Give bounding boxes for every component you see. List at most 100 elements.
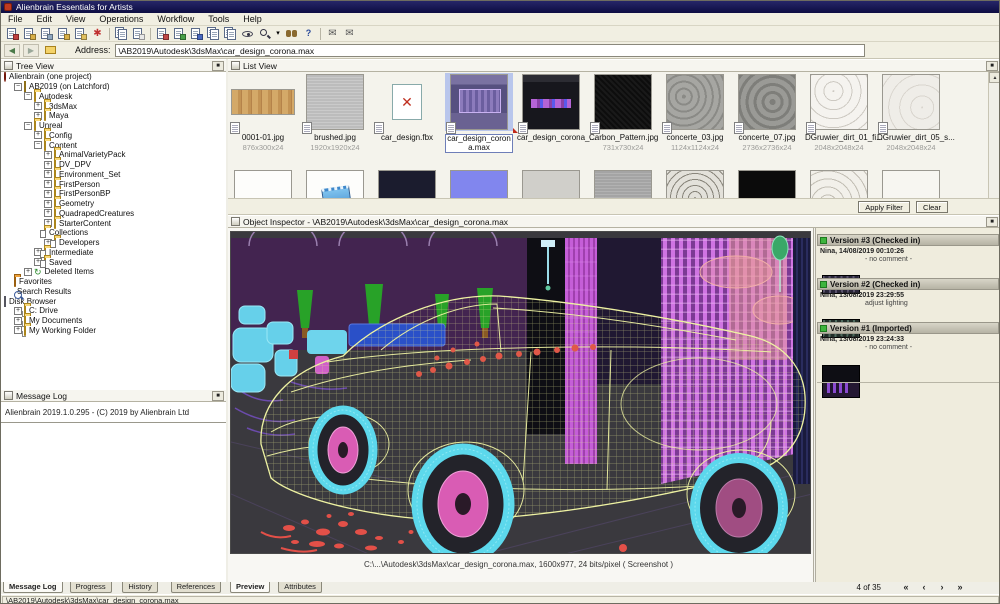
tree-item-firstperson[interactable]: +FirstPerson <box>1 179 226 189</box>
copy-icon[interactable] <box>114 27 129 40</box>
file-thumbnail-row2-2[interactable] <box>301 169 369 198</box>
tab-message-log[interactable]: Message Log <box>3 582 63 593</box>
menu-item-tools[interactable]: Tools <box>201 14 236 24</box>
tree-item-content[interactable]: −Content <box>1 140 226 150</box>
message-log-menu-button[interactable]: ■ <box>212 391 224 401</box>
tree-item-favorites[interactable]: Favorites <box>1 277 226 287</box>
menu-item-view[interactable]: View <box>59 14 92 24</box>
tree-item-autodesk[interactable]: −Autodesk <box>1 92 226 102</box>
tree-item-my-documents[interactable]: +My Documents <box>1 316 226 326</box>
file-thumbnail-row2-7[interactable] <box>661 169 729 198</box>
tree-item-my-working-folder[interactable]: +My Working Folder <box>1 326 226 336</box>
file-thumbnail-car-design-fbx[interactable]: ✕car_design.fbx <box>373 73 441 143</box>
file-thumbnail-carbon-pattern-jpg[interactable]: Carbon_Pattern.jpg731x730x24 <box>589 73 657 152</box>
file-thumbnail-row2-4[interactable] <box>445 169 513 198</box>
check-out-icon[interactable] <box>5 27 20 40</box>
expand-icon[interactable]: + <box>44 209 52 217</box>
file-thumbnail-car-design-corona-max[interactable]: car_design_corona.max <box>445 73 513 153</box>
file-thumbnail-row2-1[interactable] <box>229 169 297 198</box>
menu-item-file[interactable]: File <box>1 14 30 24</box>
tree-item-firstpersonbp[interactable]: +FirstPersonBP <box>1 189 226 199</box>
menu-item-workflow[interactable]: Workflow <box>150 14 201 24</box>
tree-item-geometry[interactable]: +Geometry <box>1 199 226 209</box>
tab-attributes[interactable]: Attributes <box>278 582 322 593</box>
object-inspector-menu-button[interactable]: ■ <box>986 217 998 227</box>
find-icon[interactable] <box>284 27 299 40</box>
file-thumbnail-concerte-03-jpg[interactable]: concerte_03.jpg1124x1124x24 <box>661 73 729 152</box>
up-folder-icon[interactable] <box>45 46 56 54</box>
file-thumbnail-row2-8[interactable] <box>733 169 801 198</box>
tab-preview[interactable]: Preview <box>230 582 270 593</box>
open-in-app-icon[interactable] <box>189 27 204 40</box>
page-last-icon[interactable]: » <box>953 582 967 592</box>
clear-filter-button[interactable]: Clear <box>916 201 948 213</box>
expand-icon[interactable]: + <box>14 307 22 315</box>
get-latest-icon[interactable] <box>56 27 71 40</box>
tree-item-quadrapedcreatures[interactable]: +QuadrapedCreatures <box>1 209 226 219</box>
file-thumbnail-dgruwier-dirt-01-fi-[interactable]: DGruwier_dirt_01_fi...2048x2048x24 <box>805 73 873 152</box>
menu-item-edit[interactable]: Edit <box>30 14 60 24</box>
back-icon[interactable]: ◀ <box>4 44 20 57</box>
show-icon[interactable] <box>240 27 255 40</box>
zoom-icon[interactable] <box>257 27 272 40</box>
file-thumbnail-car-design-corona-[interactable]: car_design_corona_... <box>517 73 585 143</box>
tree-item-disk-browser[interactable]: Disk Browser <box>1 296 226 306</box>
zoom-caret-icon[interactable]: ▾ <box>274 27 282 40</box>
check-in-icon[interactable] <box>22 27 37 40</box>
tree-item-3dsmax[interactable]: +3dsMax <box>1 101 226 111</box>
tree-item-environment-set[interactable]: +Environment_Set <box>1 170 226 180</box>
help-icon[interactable]: ? <box>301 27 316 40</box>
collapse-icon[interactable]: − <box>34 141 42 149</box>
file-thumbnail-dgruwier-dirt-05-s-[interactable]: DGruwier_dirt_05_s...2048x2048x24 <box>877 73 945 152</box>
tree-item-developers[interactable]: +Developers <box>1 238 226 248</box>
version-entry-1[interactable]: Version #1 (Imported)Nina, 13/08/2019 23… <box>817 322 999 376</box>
tree-item-animalvarietypack[interactable]: +AnimalVarietyPack <box>1 150 226 160</box>
file-thumbnail-brushed-jpg[interactable]: brushed.jpg1920x1920x24 <box>301 73 369 152</box>
tree-item-config[interactable]: +Config <box>1 131 226 141</box>
expand-icon[interactable]: + <box>44 190 52 198</box>
tab-references[interactable]: References <box>171 582 221 593</box>
tree-item-saved[interactable]: +Saved <box>1 257 226 267</box>
delete-icon[interactable]: ✱ <box>90 27 105 40</box>
tree-item-startercontent[interactable]: +StarterContent <box>1 218 226 228</box>
tree-item-collections[interactable]: Collections <box>1 228 226 238</box>
expand-icon[interactable]: + <box>44 151 52 159</box>
list-view-menu-button[interactable]: ■ <box>986 61 998 71</box>
tree-item-dv-dpv[interactable]: +DV_DPV <box>1 160 226 170</box>
file-thumbnail-0001-01-jpg[interactable]: 0001-01.jpg876x300x24 <box>229 73 297 152</box>
file-thumbnail-row2-5[interactable] <box>517 169 585 198</box>
address-input[interactable]: \AB2019\Autodesk\3dsMax\car_design_coron… <box>115 44 865 57</box>
export-icon[interactable] <box>172 27 187 40</box>
tree-item-unreal[interactable]: −Unreal <box>1 121 226 131</box>
expand-icon[interactable]: + <box>44 200 52 208</box>
collapse-icon[interactable]: − <box>24 122 32 130</box>
expand-icon[interactable]: + <box>14 326 22 334</box>
expand-icon[interactable]: + <box>34 131 42 139</box>
get-icon[interactable] <box>73 27 88 40</box>
list-scrollbar[interactable]: ▲ ▼ <box>988 72 1000 215</box>
import-icon[interactable] <box>155 27 170 40</box>
menu-item-operations[interactable]: Operations <box>92 14 150 24</box>
page-next-icon[interactable]: › <box>935 582 949 592</box>
tab-progress[interactable]: Progress <box>70 582 112 593</box>
collapse-icon[interactable]: − <box>14 83 22 91</box>
tree-view-menu-button[interactable]: ■ <box>212 61 224 71</box>
tree-item-alienbrain-one-project-[interactable]: Alienbrain (one project) <box>1 72 226 82</box>
mail-send-icon[interactable]: ✉ <box>342 27 357 40</box>
file-thumbnail-row2-3[interactable] <box>373 169 441 198</box>
tree-item-search-results[interactable]: Search Results <box>1 287 226 297</box>
paste-icon[interactable] <box>131 27 146 40</box>
file-thumbnail-row2-9[interactable] <box>805 169 873 198</box>
version-entry-3[interactable]: Version #3 (Checked in)Nina, 14/08/2019 … <box>817 234 999 274</box>
file-thumbnail-row2-10[interactable] <box>877 169 945 198</box>
tree-item-deleted-items[interactable]: +↻Deleted Items <box>1 267 226 277</box>
expand-icon[interactable]: + <box>34 102 42 110</box>
expand-icon[interactable]: + <box>44 180 52 188</box>
tab-history[interactable]: History <box>122 582 157 593</box>
tree-item-c-drive[interactable]: +C: Drive <box>1 306 226 316</box>
forward-icon[interactable]: ▶ <box>23 44 39 57</box>
expand-icon[interactable]: + <box>24 268 32 276</box>
duplicate-icon[interactable] <box>206 27 221 40</box>
menu-item-help[interactable]: Help <box>236 14 269 24</box>
apply-filter-button[interactable]: Apply Filter <box>858 201 910 213</box>
